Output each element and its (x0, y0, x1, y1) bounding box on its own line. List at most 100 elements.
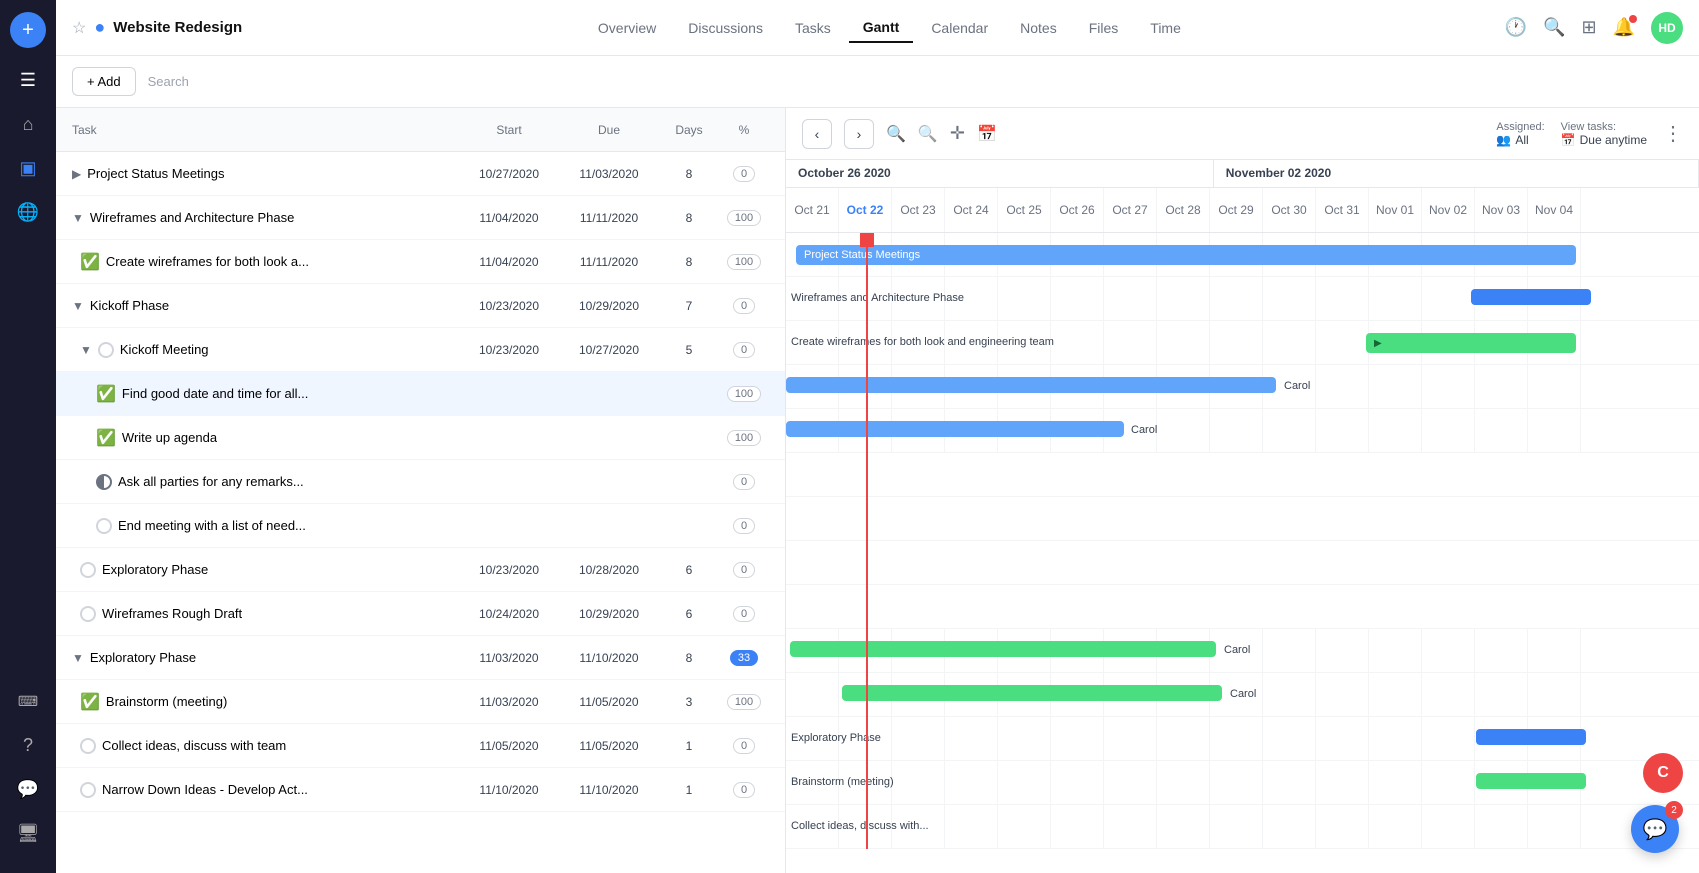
gantt-cell (1475, 673, 1528, 717)
task-row[interactable]: ▶ Project Status Meetings 10/27/2020 11/… (56, 152, 785, 196)
task-row[interactable]: ▼ Kickoff Meeting 10/23/2020 10/27/2020 … (56, 328, 785, 372)
sidebar-menu-icon[interactable]: ☰ (8, 60, 48, 100)
task-row[interactable]: ▼ Kickoff Phase 10/23/2020 10/29/2020 7 … (56, 284, 785, 328)
gantt-bar-kickoff-meeting[interactable] (786, 421, 1124, 437)
gantt-bar-wireframes-phase[interactable] (1471, 289, 1591, 305)
gantt-cell (1528, 365, 1581, 409)
grid-icon[interactable]: ⊞ (1581, 17, 1596, 38)
task-row[interactable]: ✅ Find good date and time for all... 100 (56, 372, 785, 416)
gantt-cell (1475, 805, 1528, 849)
task-days: 8 (659, 651, 719, 665)
task-name-cell: Wireframes Rough Draft (80, 606, 459, 622)
task-row[interactable]: ✅ Write up agenda 100 (56, 416, 785, 460)
nav-discussions[interactable]: Discussions (674, 14, 777, 42)
task-row[interactable]: Ask all parties for any remarks... 0 (56, 460, 785, 504)
gantt-cell (1422, 805, 1475, 849)
split-layout: Task Start Due Days % ▶ Project Status M… (56, 108, 1699, 873)
main-content: ☆ ● Website Redesign Overview Discussion… (56, 0, 1699, 873)
task-pct: 0 (719, 738, 769, 754)
task-name: Kickoff Phase (90, 298, 169, 313)
nav-overview[interactable]: Overview (584, 14, 670, 42)
task-row[interactable]: Exploratory Phase 10/23/2020 10/28/2020 … (56, 548, 785, 592)
gantt-panel: ‹ › 🔍 🔍 ✛ 📅 Assigned: 👥 All View tas (786, 108, 1699, 873)
sidebar-globe-icon[interactable]: 🌐 (8, 192, 48, 232)
chevron-down-icon: ▼ (72, 299, 84, 313)
gantt-bar-brainstorm[interactable] (1476, 773, 1586, 789)
gantt-cell (1422, 673, 1475, 717)
task-days: 7 (659, 299, 719, 313)
task-row[interactable]: ▼ Exploratory Phase 11/03/2020 11/10/202… (56, 636, 785, 680)
sidebar-monitor-icon[interactable]: 🖥 (8, 813, 48, 853)
gantt-cell (1369, 277, 1422, 321)
task-due-date: 10/27/2020 (559, 343, 659, 357)
nav-files[interactable]: Files (1075, 14, 1133, 42)
sidebar-keyboard-icon[interactable]: ⌨ (8, 681, 48, 721)
sidebar-home-icon[interactable]: ⌂ (8, 104, 48, 144)
task-row[interactable]: Wireframes Rough Draft 10/24/2020 10/29/… (56, 592, 785, 636)
gantt-bar-create-wireframes[interactable]: ▶ (1366, 333, 1576, 353)
task-row[interactable]: Collect ideas, discuss with team 11/05/2… (56, 724, 785, 768)
view-tasks-value[interactable]: 📅 Due anytime (1561, 133, 1647, 147)
gantt-chart[interactable]: October 26 2020 November 02 2020 Oct 21 … (786, 160, 1699, 873)
add-button[interactable]: + Add (72, 67, 136, 96)
gantt-cell (1210, 761, 1263, 805)
assigned-value[interactable]: 👥 All (1496, 133, 1528, 147)
task-name: Create wireframes for both look a... (106, 254, 309, 269)
task-days: 3 (659, 695, 719, 709)
gantt-bar-kickoff-phase[interactable] (786, 377, 1276, 393)
nav-calendar[interactable]: Calendar (917, 14, 1002, 42)
calendar-icon[interactable]: 📅 (977, 124, 997, 144)
task-pct: 0 (719, 474, 769, 490)
clock-icon[interactable]: 🕐 (1505, 17, 1527, 38)
gantt-bar-exploratory-sub[interactable]: ▶ (790, 641, 1216, 657)
sidebar-chat-icon[interactable]: 💬 (8, 769, 48, 809)
task-pct: 0 (719, 298, 769, 314)
gantt-cell (1369, 629, 1422, 673)
nav-tasks[interactable]: Tasks (781, 14, 845, 42)
task-due-date: 11/05/2020 (559, 695, 659, 709)
gantt-bar-wireframes-rough[interactable]: ▶ (842, 685, 1222, 701)
gantt-cell (786, 673, 839, 717)
col-header-days: Days (659, 123, 719, 137)
user-avatar[interactable]: HD (1651, 12, 1683, 44)
gantt-cell (1316, 365, 1369, 409)
chat-bubble-button[interactable]: 💬 2 (1631, 805, 1679, 853)
task-name: Wireframes Rough Draft (102, 606, 242, 621)
c-avatar[interactable]: C (1643, 753, 1683, 793)
sidebar-help-icon[interactable]: ? (8, 725, 48, 765)
gantt-row (786, 541, 1699, 585)
gantt-bar-exploratory-phase[interactable] (1476, 729, 1586, 745)
nav-gantt[interactable]: Gantt (849, 13, 914, 43)
task-days: 6 (659, 607, 719, 621)
gantt-label-create-wireframes: Create wireframes for both look and engi… (791, 336, 1054, 348)
nav-time[interactable]: Time (1136, 14, 1195, 42)
task-row[interactable]: ▼ Wireframes and Architecture Phase 11/0… (56, 196, 785, 240)
sidebar-projects-icon[interactable]: ▣ (8, 148, 48, 188)
move-icon[interactable]: ✛ (950, 123, 965, 144)
task-row[interactable]: Narrow Down Ideas - Develop Act... 11/10… (56, 768, 785, 812)
task-days: 1 (659, 739, 719, 753)
nav-notes[interactable]: Notes (1006, 14, 1071, 42)
gantt-cell (1263, 629, 1316, 673)
new-item-button[interactable]: + (10, 12, 46, 48)
gantt-bar-project-status[interactable]: Project Status Meetings (796, 245, 1576, 265)
gantt-back-button[interactable]: ‹ (802, 119, 832, 149)
gantt-month-nov: November 02 2020 (1214, 160, 1699, 187)
task-row[interactable]: ✅ Create wireframes for both look a... 1… (56, 240, 785, 284)
gantt-row: Wireframes and Architecture Phase (786, 277, 1699, 321)
gantt-cell (1157, 805, 1210, 849)
star-icon[interactable]: ☆ (72, 18, 86, 38)
top-nav: ☆ ● Website Redesign Overview Discussion… (56, 0, 1699, 56)
search-icon[interactable]: 🔍 (1543, 17, 1565, 38)
gantt-cell (1263, 717, 1316, 761)
notification-icon[interactable]: 🔔 (1613, 17, 1635, 38)
view-tasks-label: View tasks: (1561, 121, 1616, 133)
task-row[interactable]: End meeting with a list of need... 0 (56, 504, 785, 548)
gantt-forward-button[interactable]: › (844, 119, 874, 149)
more-options-button[interactable]: ⋮ (1663, 121, 1683, 146)
zoom-in-icon[interactable]: 🔍 (886, 124, 906, 144)
task-row[interactable]: ✅ Brainstorm (meeting) 11/03/2020 11/05/… (56, 680, 785, 724)
search-input[interactable] (148, 74, 348, 89)
gantt-row (786, 585, 1699, 629)
zoom-out-icon[interactable]: 🔍 (918, 124, 938, 144)
